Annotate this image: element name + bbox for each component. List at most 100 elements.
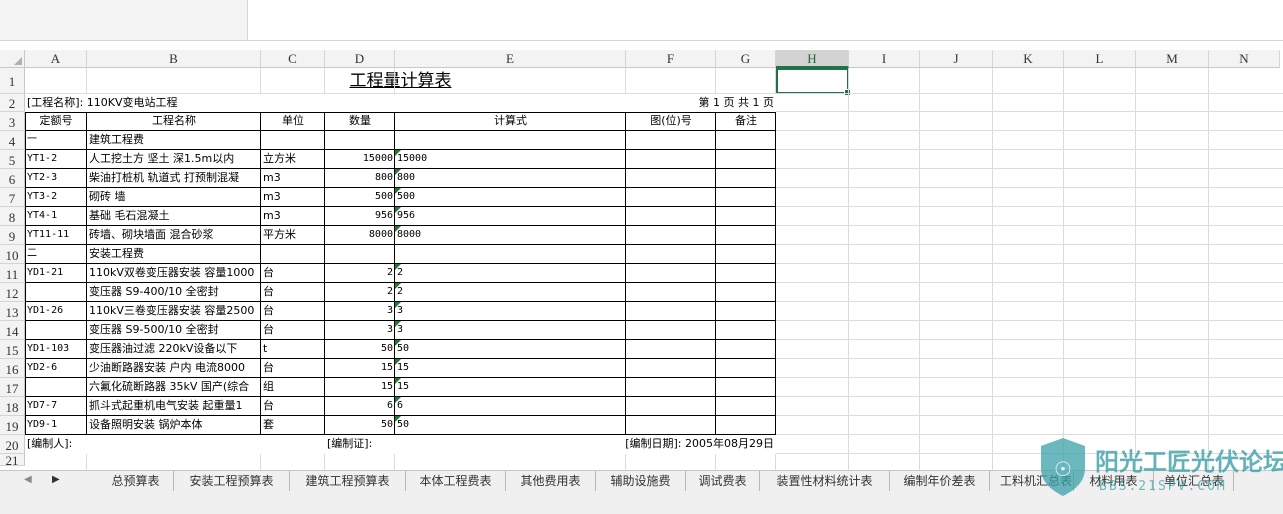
- row-header-15[interactable]: 15: [0, 340, 25, 359]
- name-cell[interactable]: 抓斗式起重机电气安装 起重量1: [87, 397, 261, 416]
- column-header-A[interactable]: A: [25, 50, 87, 68]
- figure-cell[interactable]: [626, 264, 716, 283]
- column-header-E[interactable]: E: [395, 50, 626, 68]
- row-header-16[interactable]: 16: [0, 359, 25, 378]
- row-header-17[interactable]: 17: [0, 378, 25, 397]
- figure-cell[interactable]: [626, 397, 716, 416]
- code-cell[interactable]: [25, 321, 87, 340]
- note-cell[interactable]: [716, 226, 776, 245]
- sheet-tab[interactable]: 其他费用表: [506, 471, 596, 491]
- qty-cell[interactable]: 3: [325, 321, 395, 340]
- name-cell[interactable]: 变压器油过滤 220kV设备以下: [87, 340, 261, 359]
- unit-cell[interactable]: 平方米: [261, 226, 325, 245]
- formula-cell[interactable]: 800: [395, 169, 626, 188]
- unit-cell[interactable]: 立方米: [261, 150, 325, 169]
- unit-cell[interactable]: 台: [261, 321, 325, 340]
- name-cell[interactable]: 变压器 S9-500/10 全密封: [87, 321, 261, 340]
- column-header-J[interactable]: J: [920, 50, 993, 68]
- qty-cell[interactable]: [325, 245, 395, 264]
- column-header-M[interactable]: M: [1136, 50, 1209, 68]
- column-header-L[interactable]: L: [1064, 50, 1136, 68]
- row-header-8[interactable]: 8: [0, 207, 25, 226]
- note-cell[interactable]: [716, 302, 776, 321]
- qty-cell[interactable]: 2: [325, 264, 395, 283]
- code-cell[interactable]: YT11-11: [25, 226, 87, 245]
- project-name-label[interactable]: [工程名称]: 110KV变电站工程: [25, 94, 626, 112]
- date-label[interactable]: [编制日期]: 2005年08月29日: [395, 435, 776, 454]
- name-cell[interactable]: 六氟化硫断路器 35kV 国产(综合: [87, 378, 261, 397]
- active-cell-H1[interactable]: [776, 68, 851, 96]
- formula-cell[interactable]: 3: [395, 321, 626, 340]
- row-header-6[interactable]: 6: [0, 169, 25, 188]
- row-header-4[interactable]: 4: [0, 131, 25, 150]
- row-header-7[interactable]: 7: [0, 188, 25, 207]
- code-cell[interactable]: [25, 378, 87, 397]
- formula-cell[interactable]: 50: [395, 416, 626, 435]
- row-header-5[interactable]: 5: [0, 150, 25, 169]
- table-header-cell[interactable]: 计算式: [395, 112, 626, 131]
- unit-cell[interactable]: [261, 245, 325, 264]
- sheet-tab[interactable]: 装置性材料统计表: [760, 471, 890, 491]
- name-cell[interactable]: 基础 毛石混凝土: [87, 207, 261, 226]
- select-all-corner[interactable]: [0, 50, 25, 68]
- sheet-tab[interactable]: 辅助设施费: [596, 471, 686, 491]
- figure-cell[interactable]: [626, 302, 716, 321]
- note-cell[interactable]: [716, 131, 776, 150]
- row-header-21[interactable]: 21: [0, 454, 25, 468]
- figure-cell[interactable]: [626, 340, 716, 359]
- note-cell[interactable]: [716, 245, 776, 264]
- preparer-label[interactable]: [编制人]:: [25, 435, 325, 454]
- figure-cell[interactable]: [626, 150, 716, 169]
- column-header-B[interactable]: B: [87, 50, 261, 68]
- unit-cell[interactable]: m3: [261, 207, 325, 226]
- note-cell[interactable]: [716, 359, 776, 378]
- code-cell[interactable]: YT3-2: [25, 188, 87, 207]
- column-header-F[interactable]: F: [626, 50, 716, 68]
- qty-cell[interactable]: 15: [325, 378, 395, 397]
- formula-cell[interactable]: 6: [395, 397, 626, 416]
- column-header-C[interactable]: C: [261, 50, 325, 68]
- qty-cell[interactable]: 500: [325, 188, 395, 207]
- code-cell[interactable]: YT1-2: [25, 150, 87, 169]
- code-cell[interactable]: YD7-7: [25, 397, 87, 416]
- note-cell[interactable]: [716, 207, 776, 226]
- formula-cell[interactable]: 8000: [395, 226, 626, 245]
- worksheet-grid[interactable]: 工程量计算表 [工程名称]: 110KV变电站工程第 1 页 共 1 页定额号工…: [25, 68, 1283, 470]
- unit-cell[interactable]: 台: [261, 397, 325, 416]
- code-cell[interactable]: YT2-3: [25, 169, 87, 188]
- note-cell[interactable]: [716, 283, 776, 302]
- column-header-G[interactable]: G: [716, 50, 776, 68]
- formula-cell[interactable]: 3: [395, 302, 626, 321]
- unit-cell[interactable]: t: [261, 340, 325, 359]
- column-header-K[interactable]: K: [993, 50, 1064, 68]
- row-header-12[interactable]: 12: [0, 283, 25, 302]
- row-header-20[interactable]: 20: [0, 435, 25, 454]
- code-cell[interactable]: [25, 283, 87, 302]
- table-header-cell[interactable]: 工程名称: [87, 112, 261, 131]
- table-header-cell[interactable]: 单位: [261, 112, 325, 131]
- figure-cell[interactable]: [626, 188, 716, 207]
- table-header-cell[interactable]: 定额号: [25, 112, 87, 131]
- note-cell[interactable]: [716, 340, 776, 359]
- note-cell[interactable]: [716, 169, 776, 188]
- table-header-cell[interactable]: 备注: [716, 112, 776, 131]
- sheet-tab[interactable]: 编制年价差表: [890, 471, 990, 491]
- name-cell[interactable]: 110kV三卷变压器安装 容量2500: [87, 302, 261, 321]
- qty-cell[interactable]: 50: [325, 416, 395, 435]
- unit-cell[interactable]: m3: [261, 169, 325, 188]
- name-box[interactable]: [0, 0, 248, 41]
- formula-cell[interactable]: 2: [395, 283, 626, 302]
- tab-scroll-left-icon[interactable]: ◀: [24, 474, 32, 485]
- figure-cell[interactable]: [626, 245, 716, 264]
- formula-cell[interactable]: 15: [395, 378, 626, 397]
- qty-cell[interactable]: 800: [325, 169, 395, 188]
- row-header-11[interactable]: 11: [0, 264, 25, 283]
- unit-cell[interactable]: 台: [261, 359, 325, 378]
- unit-cell[interactable]: 台: [261, 283, 325, 302]
- note-cell[interactable]: [716, 397, 776, 416]
- row-header-14[interactable]: 14: [0, 321, 25, 340]
- figure-cell[interactable]: [626, 169, 716, 188]
- figure-cell[interactable]: [626, 226, 716, 245]
- row-header-2[interactable]: 2: [0, 94, 25, 112]
- qty-cell[interactable]: 8000: [325, 226, 395, 245]
